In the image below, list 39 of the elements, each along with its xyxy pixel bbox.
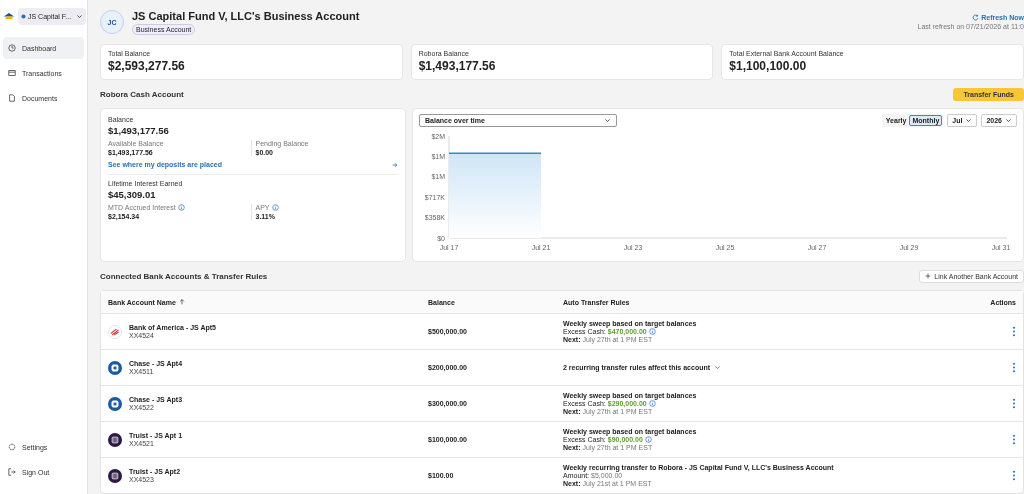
info-icon <box>177 204 185 211</box>
more-actions-icon[interactable] <box>1012 470 1016 481</box>
octagon-logo-icon <box>108 396 122 411</box>
octagon-logo-icon <box>108 360 122 375</box>
info-icon <box>648 400 656 407</box>
card-amount: $1,100,100.00 <box>729 59 808 73</box>
logo-icon <box>3 12 15 21</box>
info-icon <box>644 436 652 443</box>
more-actions-icon[interactable] <box>1012 434 1016 445</box>
striped-flag-icon <box>108 324 122 339</box>
document-icon <box>8 94 16 102</box>
arrow-icon <box>392 161 398 168</box>
sort-arrow-icon <box>178 299 185 305</box>
plus-icon <box>925 273 932 279</box>
settings-icon <box>8 443 16 451</box>
chevron-down-icon <box>1005 117 1012 124</box>
info-icon <box>648 328 656 335</box>
card-icon <box>8 69 16 77</box>
section-title: Robora Cash Account <box>100 89 184 99</box>
more-actions-icon[interactable] <box>1012 326 1016 337</box>
section-title: Connected Bank Accounts & Transfer Rules <box>100 271 268 281</box>
square-logo-icon <box>108 432 122 447</box>
card-amount: $2,593,277.56 <box>108 59 186 73</box>
more-actions-icon[interactable] <box>1012 362 1016 373</box>
clock-icon <box>8 44 16 52</box>
more-actions-icon[interactable] <box>1012 398 1016 409</box>
chevron-down-icon <box>965 117 973 124</box>
info-icon <box>271 204 279 211</box>
exit-icon <box>8 468 16 476</box>
chevron-down-icon <box>604 117 611 124</box>
square-logo-icon <box>108 468 122 483</box>
interest-amount: $45,309.01 <box>108 189 156 200</box>
dot-icon <box>21 14 26 19</box>
chevron-down-icon <box>76 13 84 20</box>
balance-amount: $1,493,177.56 <box>108 125 169 136</box>
expand-chevron-icon[interactable] <box>714 364 722 371</box>
page-title: JS Capital Fund V, LLC's Business Account <box>132 9 360 22</box>
refresh-icon <box>972 14 980 21</box>
card-amount: $1,493,177.56 <box>418 59 497 73</box>
